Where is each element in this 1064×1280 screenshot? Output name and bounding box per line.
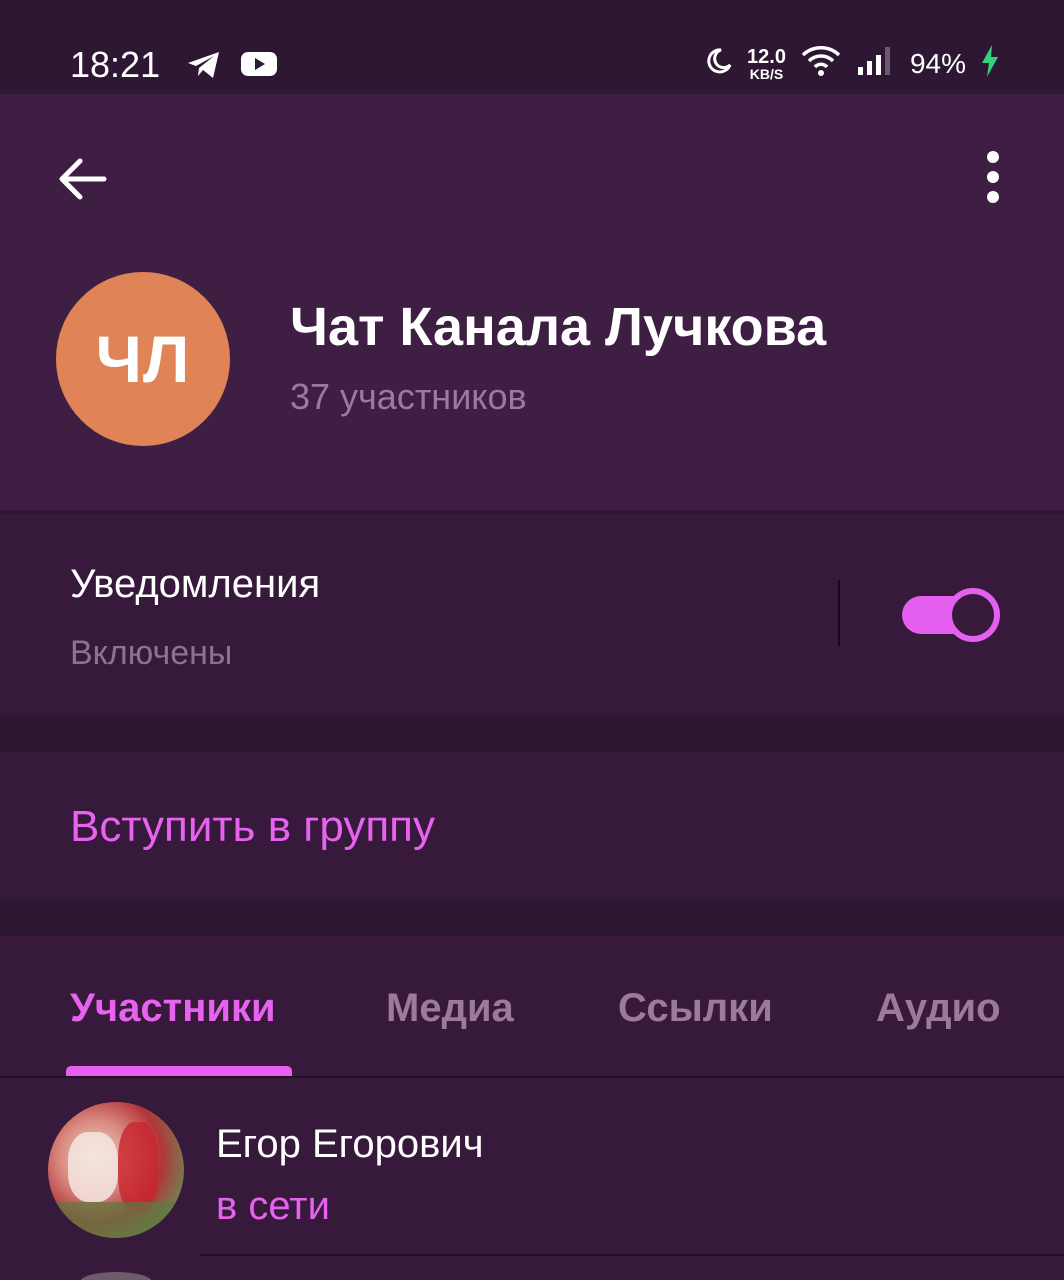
member-status: в сети [216, 1184, 330, 1228]
network-speed-unit: KB/S [749, 65, 784, 82]
avatar[interactable] [48, 1102, 184, 1238]
member-count: 37 участников [290, 376, 527, 417]
status-left-icons [186, 50, 278, 85]
status-time: 18:21 [70, 44, 161, 85]
members-list: Егор Егорович в сети [0, 1078, 1064, 1280]
battery-percentage: 94% [909, 47, 966, 79]
charging-icon [980, 44, 1000, 83]
moon-icon [703, 46, 733, 81]
join-group-row[interactable]: Вступить в группу [0, 752, 1064, 900]
tab-members[interactable]: Участники [70, 986, 276, 1031]
profile-tabs: Участники Медиа Ссылки Аудио [0, 936, 1064, 1078]
member-name: Егор Егорович [216, 1122, 484, 1166]
more-options-button[interactable] [970, 150, 1016, 208]
network-speed-value: 12.0 [747, 45, 786, 68]
toggle-knob [946, 588, 1000, 642]
avatar[interactable] [80, 1272, 152, 1280]
network-speed: 12.0 KB/S [747, 47, 786, 81]
notifications-toggle[interactable] [902, 588, 1000, 642]
tab-audio[interactable]: Аудио [876, 986, 1001, 1031]
arrow-left-icon [59, 158, 107, 200]
back-button[interactable] [54, 150, 112, 208]
join-group-button[interactable]: Вступить в группу [70, 802, 435, 852]
divider [838, 580, 840, 646]
signal-icon [856, 45, 896, 82]
status-bar: 18:21 12.0 KB/S 94% [0, 0, 1064, 94]
more-vertical-icon [987, 151, 999, 203]
notifications-title: Уведомления [70, 562, 321, 606]
youtube-icon [240, 50, 278, 85]
chat-header: ЧЛ Чат Канала Лучкова 37 участников [0, 94, 1064, 510]
notifications-row[interactable]: Уведомления Включены [0, 514, 1064, 716]
chat-avatar[interactable]: ЧЛ [56, 272, 230, 446]
notifications-status: Включены [70, 634, 233, 672]
chat-title: Чат Канала Лучкова [290, 297, 827, 357]
status-right: 12.0 KB/S 94% [703, 44, 1000, 83]
tab-media[interactable]: Медиа [386, 986, 514, 1031]
tab-links[interactable]: Ссылки [618, 986, 773, 1031]
wifi-icon [800, 45, 842, 82]
divider [200, 1254, 1064, 1256]
telegram-icon [186, 50, 222, 85]
active-tab-indicator [66, 1066, 292, 1076]
